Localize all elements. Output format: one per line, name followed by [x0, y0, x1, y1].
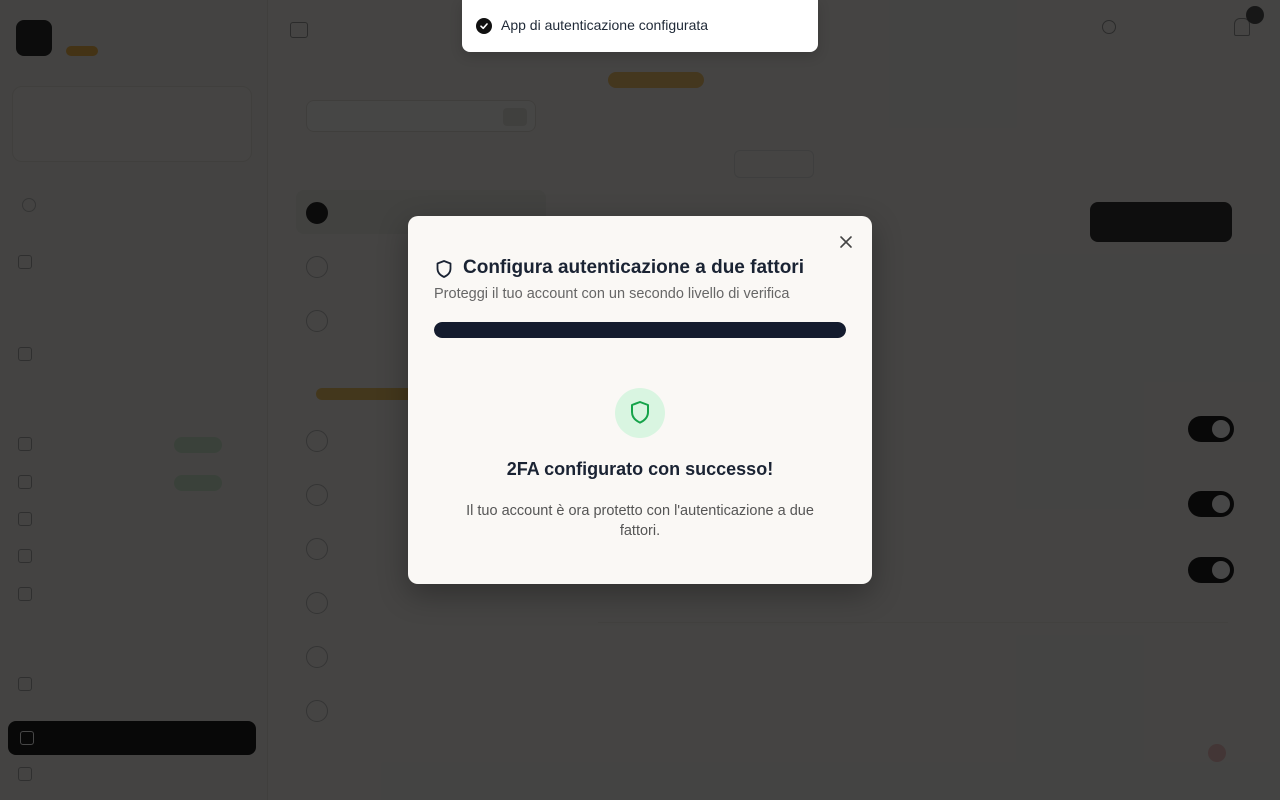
shield-icon — [631, 401, 649, 424]
success-badge — [615, 388, 665, 438]
success-title: 2FA configurato con successo! — [506, 459, 774, 479]
check-circle-icon — [476, 18, 492, 34]
toast-message: App di autenticazione configurata — [501, 17, 709, 33]
progress-bar — [434, 322, 846, 338]
progress-bar-fill — [434, 322, 846, 338]
success-description: Il tuo account è ora protetto con l'aute… — [466, 503, 814, 539]
shield-icon — [434, 259, 454, 284]
modal-title: Configura autenticazione a due fattori — [463, 257, 804, 278]
close-icon[interactable] — [838, 234, 854, 250]
toast-notification: App di autenticazione configurata — [462, 0, 818, 52]
two-factor-modal: Configura autenticazione a due fattori P… — [408, 216, 872, 584]
modal-subtitle: Proteggi il tuo account con un secondo l… — [434, 286, 790, 302]
